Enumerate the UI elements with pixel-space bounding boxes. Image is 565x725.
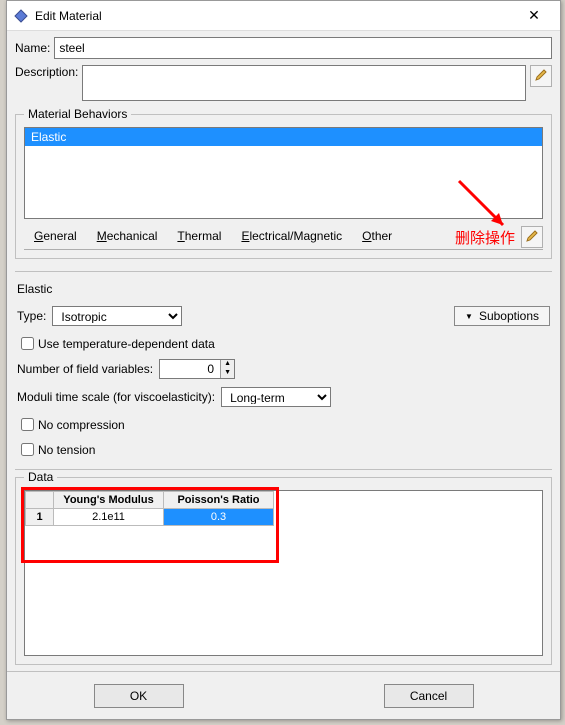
pencil-icon	[525, 229, 539, 246]
data-legend: Data	[24, 470, 57, 484]
use-temp-checkbox[interactable]	[21, 337, 34, 350]
no-compression-row: No compression	[17, 415, 550, 434]
name-row: Name:	[15, 37, 552, 59]
use-temp-label: Use temperature-dependent data	[38, 337, 215, 351]
table-row[interactable]: 1 2.1e11 0.3	[26, 509, 274, 526]
numvars-spinner[interactable]: ▲ ▼	[159, 359, 235, 379]
delete-annotation-text: 删除操作	[453, 227, 517, 248]
close-button[interactable]: ✕	[514, 4, 554, 28]
row-index: 1	[26, 509, 54, 526]
edit-material-dialog: Edit Material ✕ Name: Description: Mater…	[6, 0, 561, 720]
description-row: Description:	[15, 65, 552, 101]
data-group: Data Young's Modulus Poisson's Ratio 1 2…	[15, 470, 552, 665]
window-title: Edit Material	[35, 9, 514, 23]
no-tension-label: No tension	[38, 443, 95, 457]
moduli-row: Moduli time scale (for viscoelasticity):…	[17, 387, 550, 407]
numvars-label: Number of field variables:	[17, 362, 153, 376]
titlebar: Edit Material ✕	[7, 1, 560, 31]
moduli-select[interactable]: Long-term	[221, 387, 331, 407]
use-temp-row: Use temperature-dependent data	[17, 334, 550, 353]
col-header-youngs: Young's Modulus	[54, 492, 164, 509]
pencil-icon	[534, 68, 548, 85]
numvars-up-button[interactable]: ▲	[220, 360, 234, 369]
no-tension-checkbox[interactable]	[21, 443, 34, 456]
edit-description-button[interactable]	[530, 65, 552, 87]
material-behaviors-legend: Material Behaviors	[24, 107, 131, 121]
menu-thermal[interactable]: Thermal	[167, 225, 231, 249]
no-compression-label: No compression	[38, 418, 125, 432]
cancel-button[interactable]: Cancel	[384, 684, 474, 708]
no-compression-checkbox[interactable]	[21, 418, 34, 431]
menu-general[interactable]: General	[24, 225, 87, 249]
menu-electrical-magnetic[interactable]: Electrical/Magnetic	[231, 225, 352, 249]
dialog-body: Name: Description: Material Behaviors El…	[7, 31, 560, 671]
app-icon	[13, 8, 29, 24]
material-behaviors-group: Material Behaviors Elastic General Mecha…	[15, 107, 552, 259]
behavior-menubar: General Mechanical Thermal Electrical/Ma…	[24, 225, 543, 250]
behaviors-list[interactable]: Elastic	[24, 127, 543, 219]
cell-poisson[interactable]: 0.3	[164, 509, 274, 526]
suboptions-button[interactable]: Suboptions	[454, 306, 550, 326]
ok-button[interactable]: OK	[94, 684, 184, 708]
name-input[interactable]	[54, 37, 552, 59]
type-row: Type: Isotropic Suboptions	[17, 306, 550, 326]
numvars-down-button[interactable]: ▼	[220, 369, 234, 378]
moduli-label: Moduli time scale (for viscoelasticity):	[17, 390, 215, 404]
behavior-item-elastic[interactable]: Elastic	[25, 128, 542, 146]
type-label: Type:	[17, 309, 46, 323]
data-table[interactable]: Young's Modulus Poisson's Ratio 1 2.1e11…	[25, 491, 274, 526]
no-tension-row: No tension	[17, 440, 550, 459]
cell-youngs[interactable]: 2.1e11	[54, 509, 164, 526]
name-label: Name:	[15, 41, 50, 55]
elastic-section-title: Elastic	[17, 282, 550, 296]
numvars-row: Number of field variables: ▲ ▼	[17, 359, 550, 379]
description-label: Description:	[15, 65, 78, 79]
type-select[interactable]: Isotropic	[52, 306, 182, 326]
edit-behavior-button[interactable]	[521, 226, 543, 248]
dialog-footer: OK Cancel	[7, 671, 560, 719]
col-header-poisson: Poisson's Ratio	[164, 492, 274, 509]
elastic-section: Elastic Type: Isotropic Suboptions Use t…	[15, 271, 552, 470]
menu-other[interactable]: Other	[352, 225, 402, 249]
table-header-row: Young's Modulus Poisson's Ratio	[26, 492, 274, 509]
menu-mechanical[interactable]: Mechanical	[87, 225, 168, 249]
numvars-input[interactable]	[160, 361, 220, 377]
description-textarea[interactable]	[82, 65, 526, 101]
data-table-wrap: Young's Modulus Poisson's Ratio 1 2.1e11…	[24, 490, 543, 656]
table-corner	[26, 492, 54, 509]
suboptions-label: Suboptions	[479, 309, 539, 323]
